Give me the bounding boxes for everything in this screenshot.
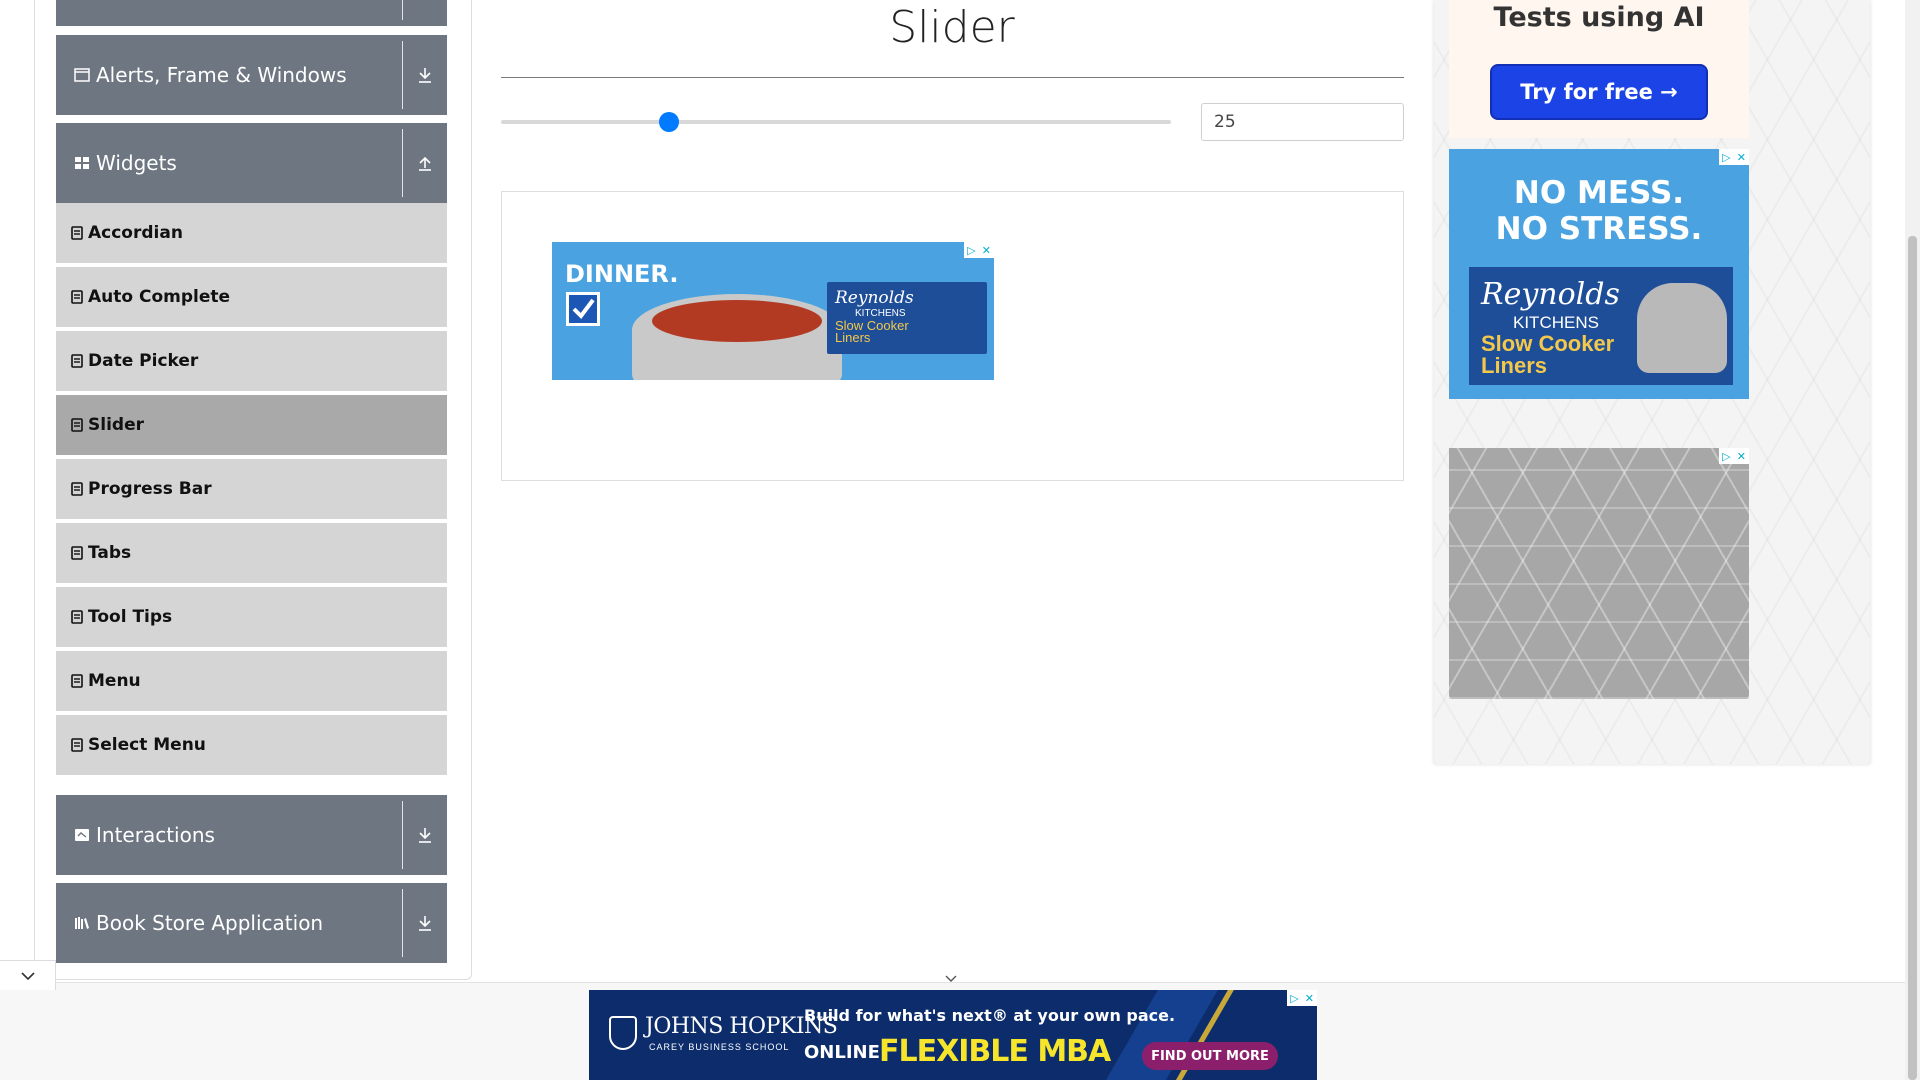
sidebar-item-label: Slider bbox=[88, 415, 144, 435]
page: Alerts, Frame & Windows Widgets Accordia… bbox=[0, 0, 1920, 1080]
ad-headline-line2: NO STRESS. bbox=[1495, 211, 1703, 247]
ad-product: Slow Cooker Liners bbox=[835, 318, 909, 345]
sidebar-group-alerts[interactable]: Alerts, Frame & Windows bbox=[56, 35, 447, 115]
sidebar-item-label: Menu bbox=[88, 671, 141, 691]
group-divider bbox=[402, 0, 403, 20]
list-item-icon bbox=[71, 226, 83, 240]
interactions-icon bbox=[74, 828, 90, 842]
ad-banner-dinner[interactable]: DINNER. Reynolds KITCHENS Slow Cooker Li… bbox=[552, 242, 994, 380]
product-box-image: Reynolds KITCHENS Slow Cooker Liners bbox=[827, 282, 987, 354]
download-arrow-icon[interactable] bbox=[415, 913, 435, 933]
window-icon bbox=[74, 68, 90, 82]
adchoices-icon[interactable]: ▷ ✕ bbox=[1719, 149, 1749, 165]
group-label: Interactions bbox=[96, 823, 215, 847]
sidebar-item-tabs[interactable]: Tabs bbox=[56, 523, 447, 585]
sidebar-item-label: Select Menu bbox=[88, 735, 206, 755]
sidebar-item-auto-complete[interactable]: Auto Complete bbox=[56, 267, 447, 329]
ad-headline: Build for what's next® at your own pace. bbox=[804, 1006, 1176, 1025]
adchoices-icon[interactable]: ▷ ✕ bbox=[1719, 448, 1749, 464]
sidebar-item-label: Tool Tips bbox=[88, 607, 173, 627]
group-label: Widgets bbox=[96, 151, 177, 175]
sidebar-item-label: Progress Bar bbox=[88, 479, 212, 499]
try-for-free-button[interactable]: Try for free → bbox=[1490, 64, 1708, 120]
sidebar-item-label: Tabs bbox=[88, 543, 132, 563]
list-item-icon bbox=[71, 738, 83, 752]
list-item-icon bbox=[71, 610, 83, 624]
ad-brand: Reynolds bbox=[1481, 277, 1620, 312]
sidebar-item-label: Auto Complete bbox=[88, 287, 231, 307]
sidebar-group-widgets[interactable]: Widgets bbox=[56, 123, 447, 203]
ad-banner-ai[interactable]: Tests using AI Try for free → bbox=[1449, 0, 1749, 138]
list-item-icon bbox=[71, 418, 83, 432]
list-item-icon bbox=[71, 546, 83, 560]
ad-text: Tests using AI bbox=[1493, 2, 1705, 33]
sidebar-item-select-menu[interactable]: Select Menu bbox=[56, 715, 447, 777]
sidebar-group-previous[interactable] bbox=[56, 0, 447, 26]
ad-brand-sub: KITCHENS bbox=[1513, 313, 1599, 332]
page-title: Slider bbox=[889, 2, 1015, 53]
ad-headline-line1: NO MESS. bbox=[1513, 175, 1685, 211]
sidebar-item-date-picker[interactable]: Date Picker bbox=[56, 331, 447, 393]
sidebar-group-bookstore[interactable]: Book Store Application bbox=[56, 883, 447, 963]
sidebar-item-menu[interactable]: Menu bbox=[56, 651, 447, 713]
chevron-down-icon[interactable] bbox=[0, 960, 56, 990]
group-label: Book Store Application bbox=[96, 911, 324, 935]
group-divider bbox=[402, 129, 403, 197]
sidebar-item-label: Date Picker bbox=[88, 351, 199, 371]
book-icon bbox=[74, 916, 90, 930]
ad-brand: Reynolds bbox=[835, 288, 914, 308]
find-out-more-button[interactable]: FIND OUT MORE bbox=[1142, 1042, 1278, 1070]
grid-icon bbox=[74, 156, 90, 170]
sidebar-item-slider[interactable]: Slider bbox=[56, 395, 447, 457]
list-item-icon bbox=[71, 290, 83, 304]
slow-cooker-image bbox=[1637, 283, 1727, 373]
sidebar-item-progress-bar[interactable]: Progress Bar bbox=[56, 459, 447, 521]
sidebar-item-accordian[interactable]: Accordian bbox=[56, 203, 447, 265]
chevron-down-icon[interactable] bbox=[940, 972, 962, 986]
ad-headline: DINNER. bbox=[565, 260, 679, 288]
upload-arrow-icon[interactable] bbox=[415, 153, 435, 173]
adchoices-icon[interactable]: ▷ ✕ bbox=[1287, 990, 1317, 1006]
list-item-icon bbox=[71, 674, 83, 688]
download-arrow-icon[interactable] bbox=[415, 65, 435, 85]
group-divider bbox=[402, 801, 403, 869]
group-label: Alerts, Frame & Windows bbox=[96, 63, 347, 87]
ad-product: Slow Cooker Liners bbox=[1481, 331, 1615, 378]
ad-banner-jhu[interactable]: JOHNS HOPKINS CAREY BUSINESS SCHOOL Buil… bbox=[589, 990, 1317, 1080]
list-item-icon bbox=[71, 354, 83, 368]
shield-logo-icon bbox=[609, 1016, 637, 1050]
scrollbar-thumb[interactable] bbox=[1908, 236, 1917, 1080]
list-item-icon bbox=[71, 482, 83, 496]
sidebar-item-tool-tips[interactable]: Tool Tips bbox=[56, 587, 447, 649]
checkmark-icon bbox=[566, 292, 600, 326]
range-slider-thumb[interactable] bbox=[658, 112, 679, 132]
product-box-image: Reynolds KITCHENS Slow Cooker Liners bbox=[1469, 267, 1733, 385]
sidebar-group-interactions[interactable]: Interactions bbox=[56, 795, 447, 875]
ad-brand-sub: CAREY BUSINESS SCHOOL bbox=[649, 1042, 790, 1052]
range-slider-track[interactable] bbox=[501, 120, 1171, 124]
download-arrow-icon[interactable] bbox=[415, 825, 435, 845]
ad-online: ONLINE bbox=[804, 1042, 880, 1063]
food-image bbox=[652, 300, 822, 342]
ad-banner-reynolds[interactable]: NO MESS. NO STRESS. Reynolds KITCHENS Sl… bbox=[1449, 149, 1749, 399]
title-divider bbox=[501, 77, 1404, 78]
ad-program: FLEXIBLE MBA bbox=[879, 1034, 1111, 1069]
ad-headline: NO MESS. NO STRESS. bbox=[1449, 175, 1749, 247]
group-divider bbox=[402, 889, 403, 957]
ad-banner-pattern[interactable]: ▷ ✕ bbox=[1449, 448, 1749, 699]
sidebar-item-label: Accordian bbox=[88, 223, 183, 243]
group-divider bbox=[402, 41, 403, 109]
slider-value-input[interactable]: 25 bbox=[1201, 103, 1404, 141]
adchoices-icon[interactable]: ▷ ✕ bbox=[964, 242, 994, 258]
